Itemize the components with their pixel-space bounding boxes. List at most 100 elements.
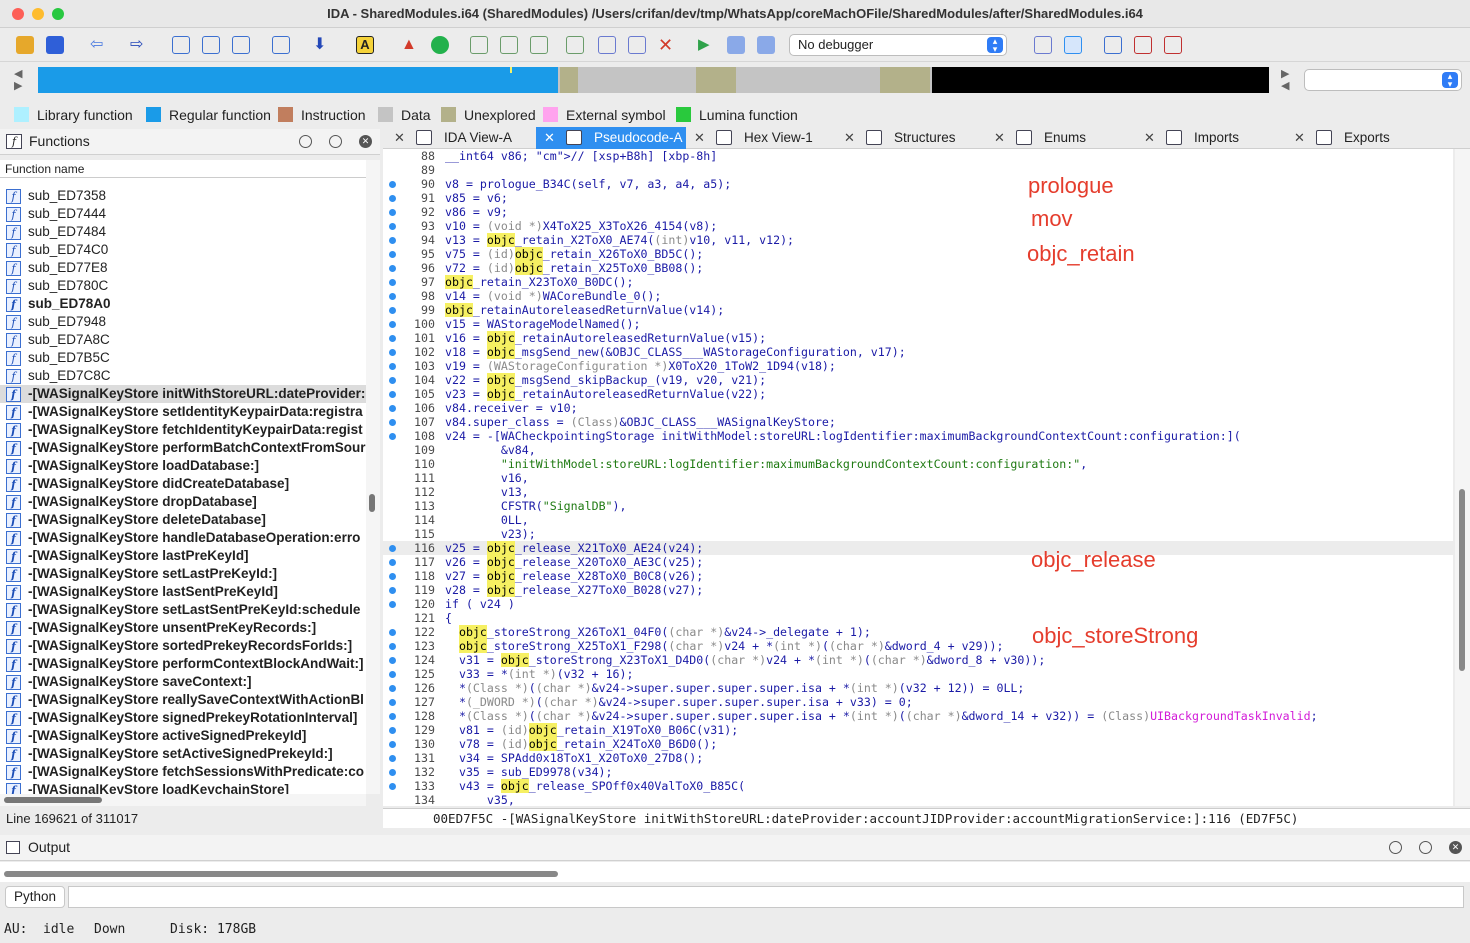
tool-icon-5[interactable] bbox=[470, 36, 488, 54]
code-line[interactable]: 127 *(_DWORD *)((char *)&v24->super.supe… bbox=[383, 695, 1453, 709]
breakpoint-dot-icon[interactable] bbox=[389, 433, 396, 440]
function-list-item[interactable]: f sub_ED7358 bbox=[0, 187, 366, 205]
tab-pseudocode-a[interactable]: ✕ Pseudocode-A bbox=[536, 127, 686, 149]
breakpoint-dot-icon[interactable] bbox=[389, 783, 396, 790]
breakpoint-dot-icon[interactable] bbox=[389, 377, 396, 384]
tool-icon-3[interactable] bbox=[232, 36, 250, 54]
code-line[interactable]: 116 v25 = objc_release_X21ToX0_AE24(v24); bbox=[383, 541, 1453, 555]
function-list-item[interactable]: f -[WASignalKeyStore unsentPreKeyRecords:… bbox=[0, 619, 366, 637]
code-line[interactable]: 118 v27 = objc_release_X28ToX0_B0C8(v26); bbox=[383, 569, 1453, 583]
code-line[interactable]: 95 v75 = (id)objc_retain_X26ToX0_BD5C(); bbox=[383, 247, 1453, 261]
code-line[interactable]: 88 __int64 v86; "cm">// [xsp+B8h] [xbp-8h… bbox=[383, 149, 1453, 163]
tab-close-icon[interactable]: ✕ bbox=[994, 127, 1005, 149]
function-list-item[interactable]: f -[WASignalKeyStore didCreateDatabase] bbox=[0, 475, 366, 493]
breakpoint-dot-icon[interactable] bbox=[389, 349, 396, 356]
scrollbar-thumb[interactable] bbox=[1459, 489, 1465, 671]
function-list-item[interactable]: f sub_ED7C8C bbox=[0, 367, 366, 385]
output-text-area[interactable] bbox=[0, 862, 1470, 882]
code-line[interactable]: 109 &v84, bbox=[383, 443, 1453, 457]
code-line[interactable]: 124 v31 = objc_storeStrong_X23ToX1_D4D0(… bbox=[383, 653, 1453, 667]
code-line[interactable]: 104 v22 = objc_msgSend_skipBackup_(v19, v… bbox=[383, 373, 1453, 387]
tab-exports[interactable]: ✕ Exports bbox=[1286, 127, 1436, 149]
warning-icon[interactable]: ▲ bbox=[401, 36, 419, 54]
code-line[interactable]: 100 v15 = WAStorageModelNamed(); bbox=[383, 317, 1453, 331]
code-line[interactable]: 130 v78 = (id)objc_retain_X24ToX0_B6D0()… bbox=[383, 737, 1453, 751]
code-line[interactable]: 112 v13, bbox=[383, 485, 1453, 499]
stop-icon[interactable] bbox=[757, 36, 775, 54]
breakpoint-dot-icon[interactable] bbox=[389, 181, 396, 188]
tool-icon-9[interactable] bbox=[598, 36, 616, 54]
code-line[interactable]: 120 if ( v24 ) bbox=[383, 597, 1453, 611]
function-list-item[interactable]: f -[WASignalKeyStore signedPrekeyRotation… bbox=[0, 709, 366, 727]
breakpoint-dot-icon[interactable] bbox=[389, 587, 396, 594]
code-line[interactable]: 92 v86 = v9; bbox=[383, 205, 1453, 219]
play-icon[interactable]: ▶ bbox=[698, 36, 716, 54]
code-line[interactable]: 91 v85 = v6; bbox=[383, 191, 1453, 205]
breakpoint-dot-icon[interactable] bbox=[389, 713, 396, 720]
function-list-item[interactable]: f -[WASignalKeyStore reallySaveContextWit… bbox=[0, 691, 366, 709]
jump-down-icon[interactable]: ⬇ bbox=[313, 36, 331, 54]
output-scrollbar-thumb[interactable] bbox=[4, 871, 558, 877]
breakpoint-dot-icon[interactable] bbox=[389, 363, 396, 370]
function-list-item[interactable]: f sub_ED7484 bbox=[0, 223, 366, 241]
breakpoint-dot-icon[interactable] bbox=[389, 699, 396, 706]
breakpoint-dot-icon[interactable] bbox=[389, 195, 396, 202]
code-line[interactable]: 110 "initWithModel:storeURL:logIdentifie… bbox=[383, 457, 1453, 471]
code-line[interactable]: 98 v14 = (void *)WACoreBundle_0(); bbox=[383, 289, 1453, 303]
nav-left-arrow-icon[interactable]: ◀ ▶ bbox=[14, 68, 22, 92]
code-line[interactable]: 97 objc_retain_X23ToX0_B0DC(); bbox=[383, 275, 1453, 289]
function-list-item[interactable]: f -[WASignalKeyStore lastPreKeyId] bbox=[0, 547, 366, 565]
code-line[interactable]: 115 v23); bbox=[383, 527, 1453, 541]
tool-icon-13[interactable] bbox=[1104, 36, 1122, 54]
function-list-item[interactable]: f -[WASignalKeyStore lastSentPreKeyId] bbox=[0, 583, 366, 601]
function-list-item[interactable]: f -[WASignalKeyStore loadKeychainStore] bbox=[0, 781, 366, 794]
function-list-item[interactable]: f -[WASignalKeyStore deleteDatabase] bbox=[0, 511, 366, 529]
code-line[interactable]: 132 v35 = sub_ED9978(v34); bbox=[383, 765, 1453, 779]
breakpoint-dot-icon[interactable] bbox=[389, 279, 396, 286]
breakpoint-dot-icon[interactable] bbox=[389, 727, 396, 734]
breakpoint-dot-icon[interactable] bbox=[389, 223, 396, 230]
code-line[interactable]: 102 v18 = objc_msgSend_new(&OBJC_CLASS___… bbox=[383, 345, 1453, 359]
code-line[interactable]: 122 objc_storeStrong_X26ToX1_04F0((char … bbox=[383, 625, 1453, 639]
code-line[interactable]: 111 v16, bbox=[383, 471, 1453, 485]
green-circle-icon[interactable] bbox=[431, 36, 449, 54]
code-line[interactable]: 117 v26 = objc_release_X20ToX0_AE3C(v25); bbox=[383, 555, 1453, 569]
code-vertical-scrollbar[interactable] bbox=[1455, 149, 1470, 806]
tool-icon-7[interactable] bbox=[530, 36, 548, 54]
function-list-item[interactable]: f sub_ED780C bbox=[0, 277, 366, 295]
tool-icon-8[interactable] bbox=[566, 36, 584, 54]
function-list-item[interactable]: f sub_ED7B5C bbox=[0, 349, 366, 367]
code-line[interactable]: 131 v34 = SPAdd0x18ToX1_X20ToX0_27D8(); bbox=[383, 751, 1453, 765]
breakpoint-dot-icon[interactable] bbox=[389, 265, 396, 272]
breakpoint-dot-icon[interactable] bbox=[389, 335, 396, 342]
function-list-item[interactable]: f -[WASignalKeyStore initWithStoreURL:dat… bbox=[0, 385, 366, 403]
function-list-item[interactable]: f -[WASignalKeyStore loadDatabase:] bbox=[0, 457, 366, 475]
code-line[interactable]: 89 bbox=[383, 163, 1453, 177]
delete-icon[interactable]: ✕ bbox=[658, 36, 676, 54]
code-line[interactable]: 96 v72 = (id)objc_retain_X25ToX0_BB08(); bbox=[383, 261, 1453, 275]
tab-close-icon[interactable]: ✕ bbox=[1144, 127, 1155, 149]
code-line[interactable]: 106 v84.receiver = v10; bbox=[383, 401, 1453, 415]
breakpoint-dot-icon[interactable] bbox=[389, 755, 396, 762]
function-list-item[interactable]: f sub_ED7948 bbox=[0, 313, 366, 331]
code-line[interactable]: 133 v43 = objc_release_SPOff0x40ValToX0_… bbox=[383, 779, 1453, 793]
tab-structures[interactable]: ✕ Structures bbox=[836, 127, 986, 149]
code-line[interactable]: 99 objc_retainAutoreleasedReturnValue(v14… bbox=[383, 303, 1453, 317]
code-line[interactable]: 108 v24 = -[WACheckpointingStorage initWi… bbox=[383, 429, 1453, 443]
breakpoint-dot-icon[interactable] bbox=[389, 559, 396, 566]
function-list-item[interactable]: f sub_ED7444 bbox=[0, 205, 366, 223]
pause-icon[interactable] bbox=[727, 36, 745, 54]
tab-close-icon[interactable]: ✕ bbox=[1294, 127, 1305, 149]
panel-close-icon[interactable]: ✕ bbox=[359, 135, 372, 148]
function-list-item[interactable]: f sub_ED7A8C bbox=[0, 331, 366, 349]
panel-float-icon[interactable] bbox=[1419, 841, 1432, 854]
function-list-item[interactable]: f -[WASignalKeyStore handleDatabaseOperat… bbox=[0, 529, 366, 547]
pseudocode-view[interactable]: 88 __int64 v86; "cm">// [xsp+B8h] [xbp-8h… bbox=[383, 149, 1453, 806]
function-list-item[interactable]: f -[WASignalKeyStore performContextBlockA… bbox=[0, 655, 366, 673]
tool-icon-11[interactable] bbox=[1034, 36, 1052, 54]
code-line[interactable]: 129 v81 = (id)objc_retain_X19ToX0_B06C(v… bbox=[383, 723, 1453, 737]
function-list-item[interactable]: f -[WASignalKeyStore saveContext:] bbox=[0, 673, 366, 691]
breakpoint-dot-icon[interactable] bbox=[389, 601, 396, 608]
tool-icon-10[interactable] bbox=[628, 36, 646, 54]
function-list-item[interactable]: f sub_ED77E8 bbox=[0, 259, 366, 277]
